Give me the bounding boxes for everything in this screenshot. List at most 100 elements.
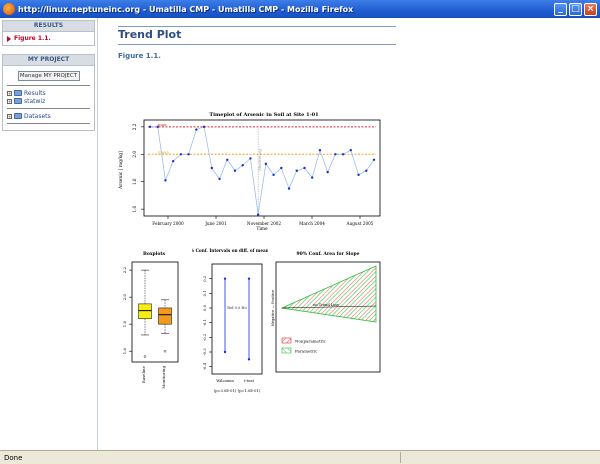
center-label: no Trend Line (313, 303, 339, 307)
expand-icon[interactable]: + (7, 90, 12, 96)
close-button[interactable]: × (584, 2, 597, 16)
chart-title: 90% Conf. Area for Slope (297, 251, 360, 257)
data-point (233, 169, 237, 172)
period-label: Monitoring (257, 149, 262, 171)
expand-icon[interactable]: + (7, 98, 12, 104)
x-tick-label: March 2004 (299, 221, 325, 226)
data-point (256, 213, 260, 216)
data-point (171, 159, 175, 163)
results-header: RESULTS (2, 20, 95, 32)
results-panel: Figure 1.1. (2, 32, 95, 46)
data-point (148, 125, 152, 129)
data-point (287, 187, 291, 190)
center-label: Ref 0.0 Ho (227, 306, 246, 310)
data-point (280, 166, 283, 170)
sidebar: RESULTS Figure 1.1. MY PROJECT Manage MY… (0, 18, 98, 450)
boxplot-chart: Boxplots 2.2 2.0 1.8 1.6 Baseline Monitoring (122, 251, 179, 389)
interval-chart: 90% Conf. Intervals on diff. of mean/med… (192, 248, 268, 393)
slope-area-chart: 90% Conf. Area for Slope no Trend Line Ne… (271, 251, 381, 373)
chart-title: Boxplots (143, 251, 165, 257)
legend-swatch (281, 347, 292, 354)
legend-swatch (281, 337, 292, 344)
data-point (164, 179, 167, 182)
x-tick-label: November 2002 (247, 221, 281, 226)
data-point (272, 173, 275, 177)
confidence-region (280, 265, 377, 323)
data-point (264, 162, 268, 166)
y-tick-label: -0.4 (202, 362, 207, 370)
figure-label: Figure 1.1. (118, 52, 161, 60)
y-tick-label: 2.0 (122, 294, 127, 301)
project-header: MY PROJECT (2, 54, 95, 66)
interval-lower (247, 358, 251, 361)
window-controls: _ □ × (554, 2, 597, 16)
data-point (210, 166, 213, 170)
folder-icon (14, 98, 22, 104)
tree-item-results[interactable]: + Results (7, 89, 90, 97)
x-axis-label: Negative — Positive (271, 290, 275, 327)
y-tick-label: 1.8 (122, 321, 127, 328)
results-figure-label: Figure 1.1. (14, 35, 51, 42)
manage-project-button[interactable]: Manage MY PROJECT (17, 71, 80, 81)
legend-label: Parametric (295, 349, 318, 354)
data-point (326, 170, 329, 174)
divider (7, 108, 90, 109)
tree-item-statwiz[interactable]: + statwiz (7, 97, 90, 105)
data-point (318, 148, 322, 152)
project-panel: Manage MY PROJECT + Results + statwiz + … (2, 66, 95, 131)
title-rule-top (118, 26, 396, 27)
folder-icon (14, 113, 22, 119)
data-point (187, 153, 190, 156)
expand-icon[interactable]: + (7, 113, 12, 119)
maximize-button[interactable]: □ (569, 2, 582, 16)
y-tick-label: 1.8 (132, 178, 137, 185)
status-segment (400, 452, 600, 463)
plot-frame (211, 263, 263, 375)
status-bar: Done (0, 450, 600, 464)
box (138, 303, 152, 320)
tree-item-label: Results (24, 89, 46, 97)
data-point (249, 157, 252, 160)
data-point (349, 148, 353, 152)
data-point (303, 166, 306, 170)
p-value-label: (p=1.0E-01) (238, 389, 261, 393)
tree-item-label: Datasets (24, 112, 51, 120)
reference-line-label: mean (158, 149, 170, 154)
window-title: http://linux.neptuneinc.org - Umatilla C… (18, 4, 354, 14)
y-tick-label: 2.2 (122, 266, 127, 273)
data-point (218, 177, 221, 181)
chart-title: 90% Conf. Intervals on diff. of mean/med… (192, 248, 268, 253)
data-point (311, 176, 314, 179)
y-tick-label: 0.0 (202, 304, 207, 311)
y-tick-label: -0.1 (202, 319, 207, 326)
p-value-label: (p=3.0E-01) (214, 389, 237, 393)
category-label: Baseline (141, 365, 146, 383)
title-rule-bottom (118, 44, 396, 45)
arrow-icon (7, 35, 11, 42)
status-text: Done (4, 453, 23, 462)
y-tick-label: -0.2 (202, 333, 207, 341)
timeplot-chart: Timeplot of Arsenic in Soil at Site 1-01… (118, 112, 381, 232)
results-figure-link[interactable]: Figure 1.1. (7, 35, 90, 42)
data-point (334, 153, 337, 156)
data-point (202, 125, 206, 129)
data-point (341, 153, 345, 156)
x-tick-label: February 2000 (152, 221, 184, 226)
divider (7, 85, 90, 86)
y-tick-label: 2.0 (132, 151, 137, 158)
y-tick-label: 2.2 (132, 123, 137, 130)
x-axis-label: Time (256, 226, 268, 232)
tree-item-label: statwiz (24, 97, 46, 105)
data-point (372, 158, 376, 161)
data-point (357, 173, 360, 177)
tree-item-datasets[interactable]: + Datasets (7, 112, 90, 120)
window-title-bar: http://linux.neptuneinc.org - Umatilla C… (0, 0, 600, 18)
data-point (295, 169, 298, 172)
x-tick-label: August 2005 (346, 221, 374, 226)
minimize-button[interactable]: _ (554, 2, 567, 16)
chart-title: Timeplot of Arsenic in Soil at Site 1-01 (209, 112, 318, 118)
interval-upper (223, 277, 227, 280)
y-axis-label: Arsenic [ mg/kg] (118, 151, 124, 190)
data-point (241, 164, 244, 167)
data-point (156, 125, 159, 129)
